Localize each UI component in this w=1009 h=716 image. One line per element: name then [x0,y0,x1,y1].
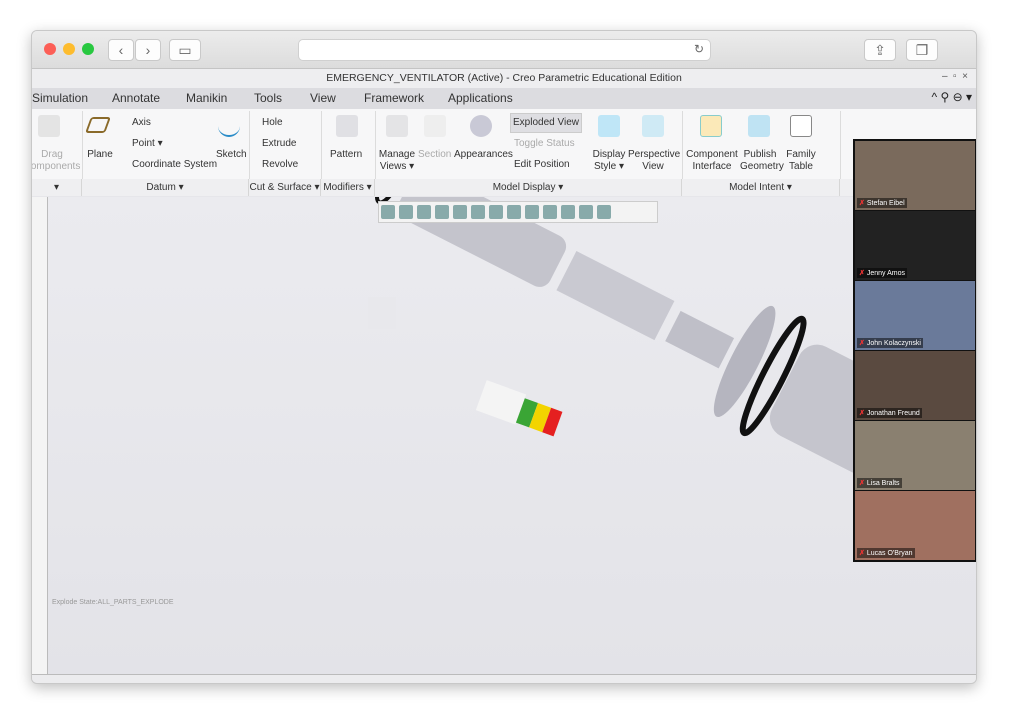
video-participants-panel: ✗ Stefan Eibel ✗ Jenny Amos ✗ John Kolaczyn… [853,139,976,562]
perspective-view-button[interactable]: Perspective View [628,149,680,173]
drag-components-button[interactable]: Drag Components [32,149,82,173]
family-table-button[interactable]: Family Table [784,149,818,173]
extrude-button[interactable]: Extrude [262,138,296,150]
participant-tile[interactable]: ✗ Jonathan Freund [855,351,975,420]
exploded-view-button[interactable]: Exploded View [510,113,582,133]
close-button[interactable] [44,43,56,55]
family-table-icon [790,115,812,137]
zoom-in-icon[interactable] [399,205,413,219]
participant-tile[interactable]: ✗ Stefan Eibel [855,141,975,210]
sidebar-icon[interactable]: ▭ [169,39,201,61]
manage-views-icon [386,115,408,137]
ribbon: Drag Components Plane Axis Point ▾ Coord… [32,109,976,196]
window-controls[interactable]: – ▫ × [942,71,968,82]
edit-position-button[interactable]: Edit Position [514,159,570,171]
3d-viewport[interactable] [48,81,976,674]
saved-views-icon[interactable] [471,205,485,219]
sketch-icon [218,115,240,137]
perspective-icon[interactable] [525,205,539,219]
publish-geometry-button[interactable]: Publish Geometry [740,149,784,173]
tube-part-2 [665,310,735,369]
minimize-button[interactable] [63,43,75,55]
axis-button[interactable]: Axis [132,117,151,129]
browser-window: ‹ › ▭ ↻ ⇪ ❐ EMERGENCY_VENTILATOR (Active… [31,30,977,684]
coordinate-system-button[interactable]: Coordinate System [132,159,217,171]
repaint-icon[interactable] [435,205,449,219]
group-datum[interactable]: Datum ▾ [82,179,249,196]
reorient-icon[interactable] [453,205,467,219]
tab-simulation[interactable]: Simulation [32,88,102,109]
tabs-icon[interactable]: ❐ [906,39,938,61]
appearance-icon[interactable] [597,205,611,219]
pattern-icon [336,115,358,137]
participant-tile[interactable]: ✗ Lucas O'Bryan [855,491,975,560]
display-style-icon[interactable] [489,205,503,219]
drag-icon [38,115,60,137]
component-interface-icon [700,115,722,137]
group-cut-surface[interactable]: Cut & Surface ▾ [249,179,321,196]
tab-annotate[interactable]: Annotate [98,88,174,109]
zoom-out-icon[interactable] [417,205,431,219]
tube-part [556,251,675,341]
group-model-display[interactable]: Model Display ▾ [375,179,682,196]
participant-tile[interactable]: ✗ Jenny Amos [855,211,975,280]
exploded-assembly-model [239,81,976,501]
publish-geometry-icon [748,115,770,137]
sketch-button[interactable]: Sketch [216,149,247,161]
hole-button[interactable]: Hole [262,117,283,129]
address-bar[interactable]: ↻ [298,39,711,61]
tab-manikin[interactable]: Manikin [172,88,241,109]
group-model-intent[interactable]: Model Intent ▾ [682,179,840,196]
annotation-icon[interactable] [561,205,575,219]
revolve-button[interactable]: Revolve [262,159,298,171]
plane-icon [85,117,111,133]
share-icon[interactable]: ⇪ [864,39,896,61]
refit-icon[interactable] [381,205,395,219]
pattern-button[interactable]: Pattern [330,149,362,161]
component-interface-button[interactable]: Component Interface [684,149,740,173]
tab-applications[interactable]: Applications [434,88,527,109]
section-icon [424,115,446,137]
explode-state-label: Explode State:ALL_PARTS_EXPLODE [52,599,174,606]
forward-button[interactable]: › [135,39,161,61]
view-manager-icon[interactable] [507,205,521,219]
appearances-icon [470,115,492,137]
view-toolbar[interactable] [378,201,658,223]
toggle-status-button[interactable]: Toggle Status [514,138,575,150]
appearances-button[interactable]: Appearances [454,149,513,161]
tab-view[interactable]: View [296,88,350,109]
perspective-view-icon [642,115,664,137]
back-button[interactable]: ‹ [108,39,134,61]
app-title: EMERGENCY_VENTILATOR (Active) - Creo Par… [32,69,976,88]
participant-tile[interactable]: ✗ Lisa Bralts [855,421,975,490]
reload-icon[interactable]: ↻ [694,42,704,56]
status-bar [32,674,976,683]
group-label-edge: ▾ [32,179,82,196]
ribbon-tabs: Simulation Annotate Manikin Tools View F… [32,88,976,109]
datum-display-icon[interactable] [543,205,557,219]
plane-button[interactable]: Plane [86,149,114,161]
maximize-button[interactable] [82,43,94,55]
model-tree-panel[interactable] [32,197,48,674]
tab-framework[interactable]: Framework [350,88,438,109]
cap-part [368,297,396,329]
group-modifiers[interactable]: Modifiers ▾ [321,179,375,196]
section-button[interactable]: Section [418,149,451,161]
manage-views-button[interactable]: Manage Views ▾ [378,149,416,173]
display-style-button[interactable]: Display Style ▾ [592,149,626,173]
search-icon[interactable]: ^ ⚲ ⊖ ▾ [932,90,973,104]
display-style-icon [598,115,620,137]
browser-toolbar: ‹ › ▭ ↻ ⇪ ❐ [32,31,976,69]
spin-center-icon[interactable] [579,205,593,219]
tab-tools[interactable]: Tools [240,88,296,109]
participant-tile[interactable]: ✗ John Kolaczynski [855,281,975,350]
point-button[interactable]: Point ▾ [132,138,163,150]
